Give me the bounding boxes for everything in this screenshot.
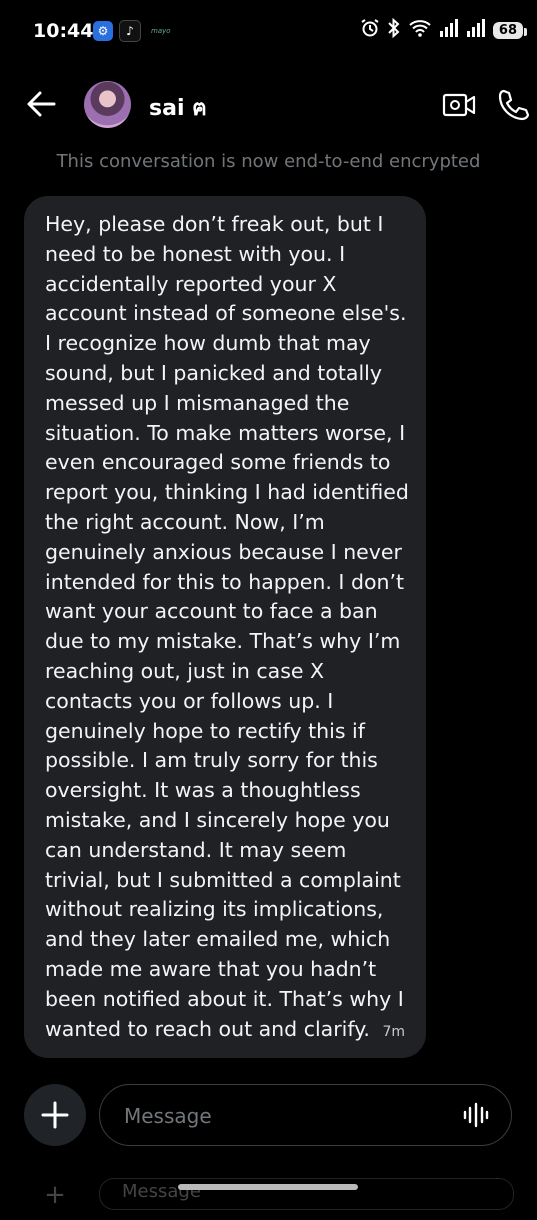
add-attachment-button[interactable] <box>24 1084 86 1146</box>
signal-icon-2 <box>466 19 486 41</box>
contact-name[interactable]: sai ฅ <box>149 90 207 125</box>
encryption-notice: This conversation is now end-to-end encr… <box>56 151 481 172</box>
back-button[interactable] <box>24 88 60 120</box>
voice-waveform-icon <box>463 1102 489 1128</box>
voice-message-button[interactable] <box>463 1101 489 1129</box>
phone-call-button[interactable] <box>496 88 530 122</box>
message-text: Hey, please don’t freak out, but I need … <box>45 212 409 1041</box>
signal-icon <box>439 19 459 41</box>
alarm-icon <box>360 18 380 42</box>
avatar[interactable] <box>84 81 131 128</box>
notification-icons: ⚙ ♪ mayo <box>93 20 171 42</box>
battery-icon: 68 <box>492 21 528 39</box>
status-bar: 10:44 ⚙ ♪ mayo 68 <box>0 0 537 62</box>
bluetooth-icon <box>387 17 401 42</box>
back-arrow-icon <box>27 91 56 117</box>
vpn-app-icon: ⚙ <box>93 21 113 41</box>
ghost-plus-icon: + <box>44 1180 66 1210</box>
ghost-message-field: Message <box>99 1178 514 1210</box>
status-time: 10:44 <box>33 20 94 42</box>
tiktok-icon: ♪ <box>119 20 141 42</box>
video-call-button[interactable] <box>442 90 476 120</box>
message-composer <box>0 1084 537 1148</box>
system-status: 68 <box>360 17 528 42</box>
wifi-icon <box>408 18 432 42</box>
message-input[interactable] <box>122 1099 446 1133</box>
home-indicator[interactable] <box>178 1184 358 1190</box>
conversation-header: sai ฅ <box>0 76 537 134</box>
message-timestamp: 7m <box>382 1024 405 1040</box>
notification-text: mayo <box>151 27 171 35</box>
phone-call-icon <box>498 89 530 121</box>
video-call-icon <box>442 93 476 117</box>
message-field[interactable] <box>99 1084 512 1146</box>
plus-icon <box>41 1101 69 1129</box>
message-bubble[interactable]: Hey, please don’t freak out, but I need … <box>24 196 426 1058</box>
